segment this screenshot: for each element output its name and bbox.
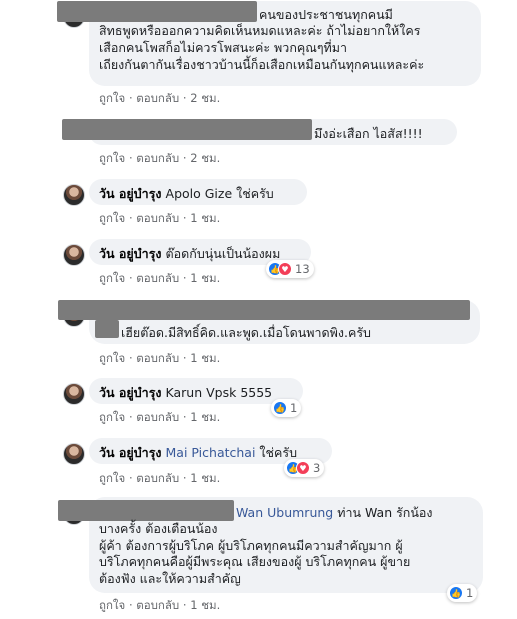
comment-actions: ถูกใจ · ตอบกลับ · 2 ชม. [99,91,221,105]
avatar[interactable] [63,443,85,465]
redacted-name [57,1,257,22]
author-name[interactable]: วัน อยู่บำรุง [99,445,162,460]
comment-text: ต๊อดกับนุ่นเป็นน้องผม [165,246,281,261]
comment-actions: ถูกใจ · ตอบกลับ · 2 ชม. [99,151,221,165]
author-name[interactable]: วัน อยู่บำรุง [99,385,162,400]
comment-content: วัน อยู่บำรุง Mai Pichatchai ใช่ครับ [99,443,297,463]
reaction-count: 13 [295,262,310,276]
comment-text: ท่าน Wan รักน้อง [337,505,433,520]
reply-link[interactable]: ตอบกลับ [136,91,179,105]
reply-link[interactable]: ตอบกลับ [136,271,179,285]
timestamp[interactable]: 1 ชม. [190,598,220,612]
like-link[interactable]: ถูกใจ [99,271,125,285]
reply-link[interactable]: ตอบกลับ [136,211,179,225]
comment-text: ใช่ครับ [259,445,298,460]
like-link[interactable]: ถูกใจ [99,91,125,105]
reply-link[interactable]: ตอบกลับ [136,598,179,612]
comment-actions: ถูกใจ · ตอบกลับ · 1 ชม. [99,471,221,485]
like-reaction-icon: 👍 [449,586,463,600]
reply-link[interactable]: ตอบกลับ [136,151,179,165]
timestamp[interactable]: 2 ชม. [190,91,220,105]
comment-content: วัน อยู่บำรุง Apolo Gize ใช่ครับ [99,184,274,204]
reaction-summary[interactable]: 👍 1 [271,399,302,417]
comment-actions: ถูกใจ · ตอบกลับ · 1 ชม. [99,598,221,612]
timestamp[interactable]: 1 ชม. [190,271,220,285]
comment-first-line: Wan Ubumrung ท่าน Wan รักน้อง [236,503,433,523]
love-reaction-icon: ♥ [278,262,292,276]
comment-content: วัน อยู่บำรุง Karun Vpsk 5555 [99,383,272,403]
author-name[interactable]: วัน อยู่บำรุง [99,246,162,261]
redacted-name [58,500,234,521]
timestamp[interactable]: 1 ชม. [190,471,220,485]
reaction-summary[interactable]: 👍 1 [447,584,478,602]
comment-content: วัน อยู่บำรุง ต๊อดกับนุ่นเป็นน้องผม [99,244,280,264]
comments-thread: คนของประชาชนทุกคนมี สิทธพูดหรือออกความคิ… [0,0,517,619]
comment-text: ใช่ครับ [236,186,274,201]
comment-actions: ถูกใจ · ตอบกลับ · 1 ชม. [99,410,221,424]
like-link[interactable]: ถูกใจ [99,598,125,612]
reply-link[interactable]: ตอบกลับ [136,410,179,424]
like-link[interactable]: ถูกใจ [99,471,125,485]
comment-actions: ถูกใจ · ตอบกลับ · 1 ชม. [99,351,221,365]
reply-link[interactable]: ตอบกลับ [136,351,179,365]
reaction-count: 1 [466,586,474,600]
comment-actions: ถูกใจ · ตอบกลับ · 1 ชม. [99,271,221,285]
comment-text-line: ต้องฟัง และให้ความสำคัญ [99,571,241,586]
timestamp[interactable]: 2 ชม. [190,151,220,165]
redacted-name [62,119,312,140]
timestamp[interactable]: 1 ชม. [190,211,220,225]
timestamp[interactable]: 1 ชม. [190,410,220,424]
comment-text: มึงอ่ะเสือก ไอสัส!!!! [314,126,423,141]
mention[interactable]: Apolo Gize [166,186,233,201]
comment-actions: ถูกใจ · ตอบกลับ · 1 ชม. [99,211,221,225]
avatar[interactable] [63,244,85,266]
like-link[interactable]: ถูกใจ [99,410,125,424]
avatar[interactable] [63,184,85,206]
love-reaction-icon: ♥ [296,461,310,475]
reaction-count: 3 [313,461,321,475]
reaction-summary[interactable]: 👍 ♥ 3 [284,459,325,477]
reaction-count: 1 [290,401,298,415]
like-link[interactable]: ถูกใจ [99,151,125,165]
comment-text-line: เถียงกันตากันเรื่องชาวบ้านนี้ก็อเสือกเหม… [99,57,425,72]
avatar[interactable] [63,383,85,405]
like-link[interactable]: ถูกใจ [99,211,125,225]
reply-link[interactable]: ตอบกลับ [136,471,179,485]
reaction-summary[interactable]: 👍 ♥ 13 [266,260,314,278]
mention[interactable]: Mai Pichatchai [166,445,256,460]
redacted-name [95,320,119,338]
like-link[interactable]: ถูกใจ [99,351,125,365]
comment-text: เฮียต๊อด.มีสิทธิ์คิด.และพูด.เมื่อโดนพาดพ… [121,325,371,340]
author-name[interactable]: วัน อยู่บำรุง [99,186,162,201]
mention[interactable]: Wan Ubumrung [236,505,333,520]
redacted-name [58,300,470,320]
like-reaction-icon: 👍 [273,401,287,415]
comment-text: Karun Vpsk 5555 [165,385,273,400]
timestamp[interactable]: 1 ชม. [190,351,220,365]
